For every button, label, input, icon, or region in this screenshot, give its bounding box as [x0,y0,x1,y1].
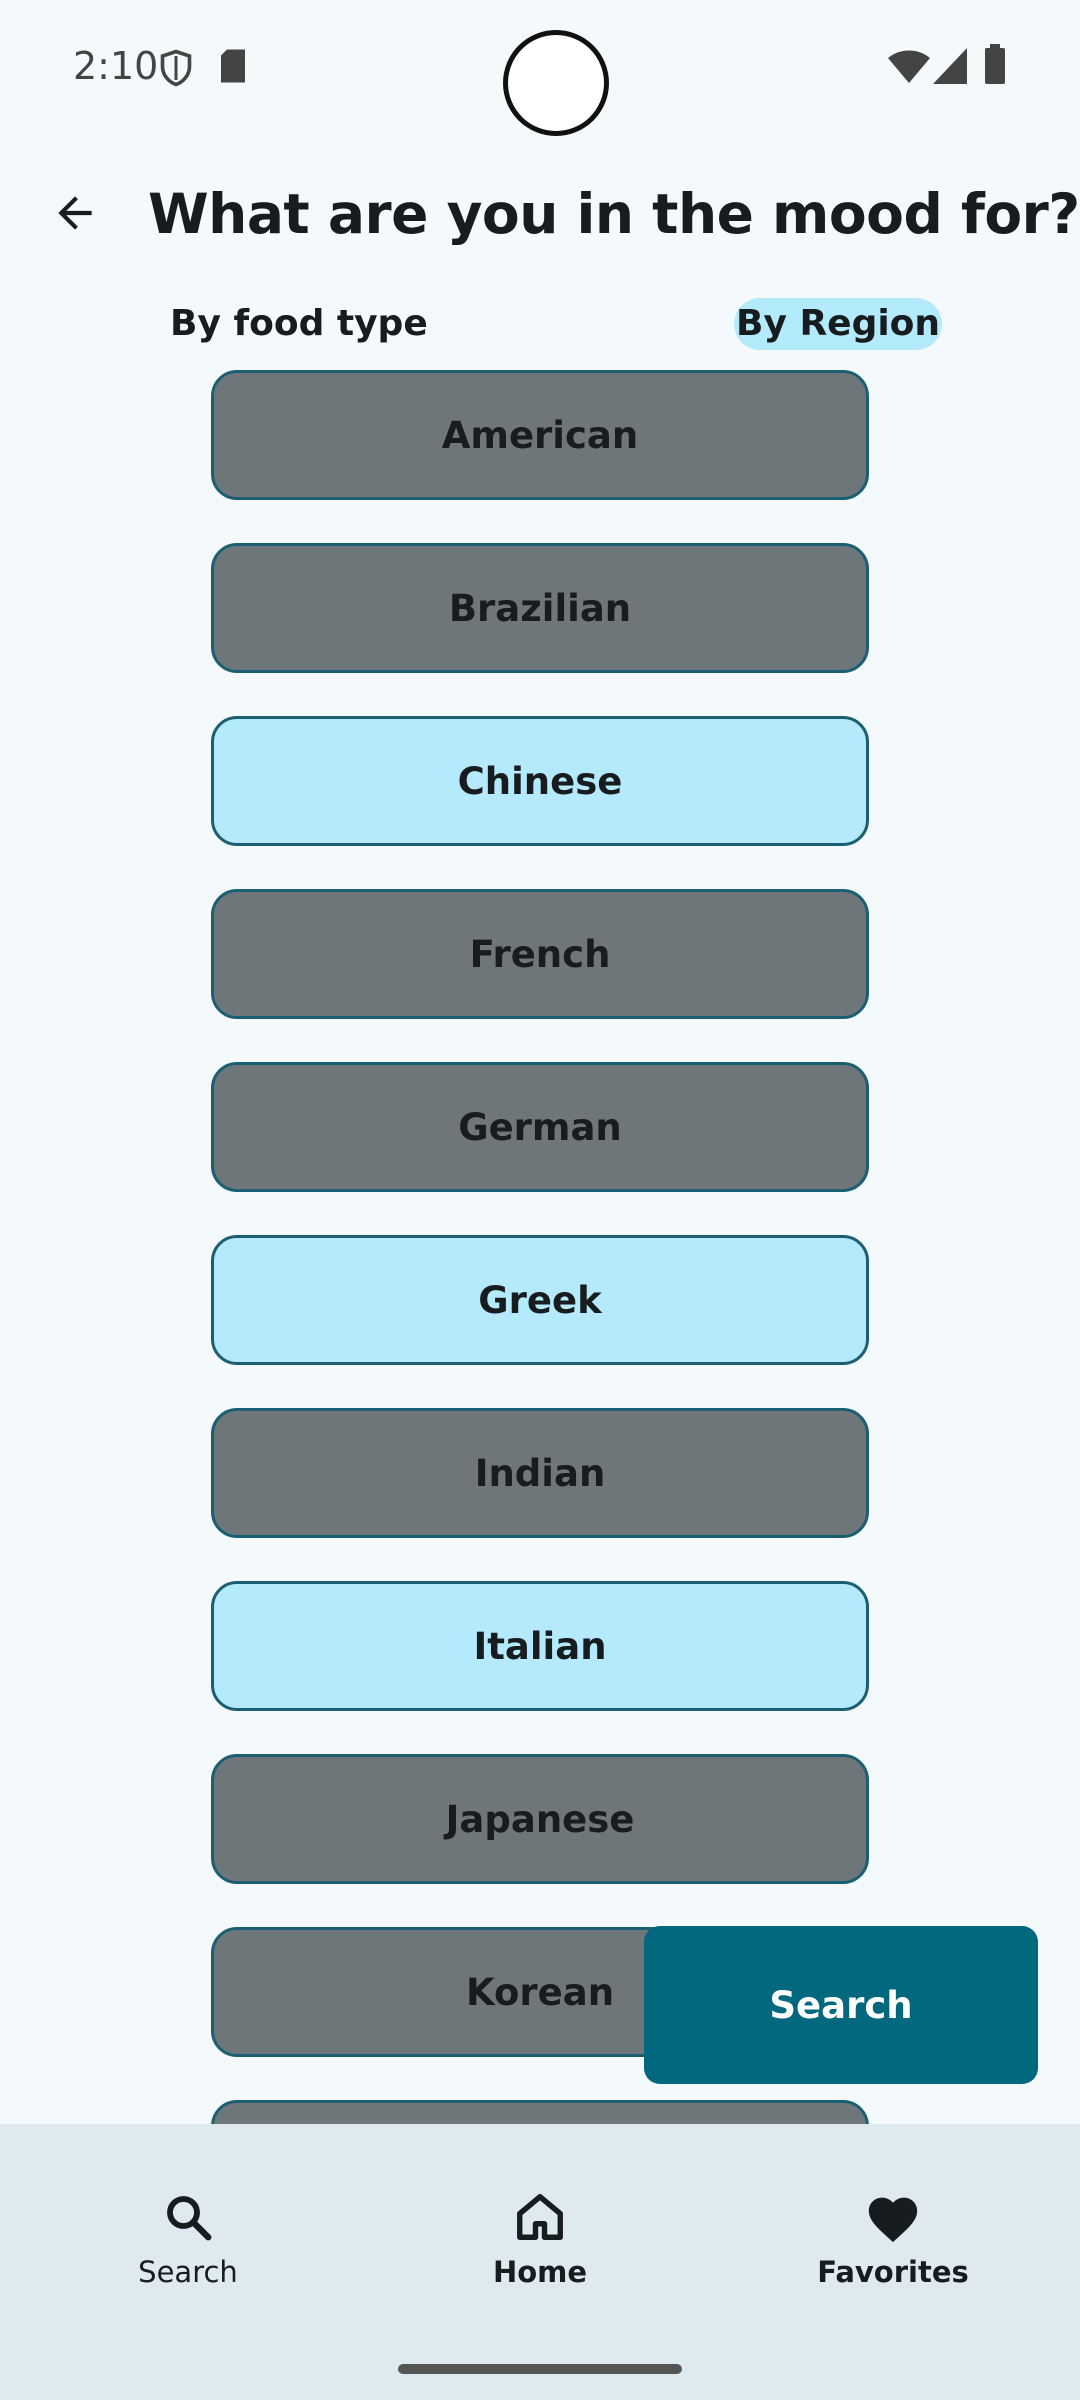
camera-cutout [503,30,609,136]
nav-label-favorites: Favorites [817,2255,969,2289]
home-indicator [398,2364,682,2374]
cuisine-option[interactable]: Italian [211,1581,869,1711]
cuisine-option[interactable]: French [211,889,869,1019]
cuisine-option[interactable]: Greek [211,1235,869,1365]
cuisine-option[interactable]: Brazilian [211,543,869,673]
wifi-icon [888,50,930,89]
cuisine-option[interactable] [211,2100,869,2124]
cuisine-option[interactable]: American [211,370,869,500]
nav-item-favorites[interactable]: Favorites [773,2190,1013,2289]
top-app-bar: What are you in the mood for? [0,170,1080,270]
nav-item-search[interactable]: Search [68,2190,308,2289]
bottom-navigation: Search Home Favorites [0,2124,1080,2400]
signal-icon [933,48,967,89]
home-icon [513,2190,567,2249]
status-time: 2:10 [73,44,159,88]
shield-icon [158,48,194,93]
arrow-back-icon [50,188,100,243]
tab-by-food-type[interactable]: By food type [170,298,428,350]
sd-card-icon [218,48,248,89]
nav-item-home[interactable]: Home [420,2190,660,2289]
back-button[interactable] [40,180,110,250]
heart-icon [864,2190,922,2249]
status-bar: 2:10 [0,0,1080,136]
cuisine-list[interactable]: American Brazilian Chinese French German Gree… [211,370,869,2124]
cuisine-option[interactable]: German [211,1062,869,1192]
cuisine-option[interactable]: Japanese [211,1754,869,1884]
page-title: What are you in the mood for? [148,182,1080,246]
tab-by-region[interactable]: By Region [734,298,943,350]
filter-tabs: By food type By Region [0,298,1080,354]
search-button[interactable]: Search [644,1926,1038,2084]
nav-label-home: Home [492,2255,588,2289]
battery-icon [984,44,1006,89]
cuisine-option[interactable]: Indian [211,1408,869,1538]
cuisine-option[interactable]: Chinese [211,716,869,846]
nav-label-search: Search [138,2255,238,2289]
search-icon [161,2190,215,2249]
